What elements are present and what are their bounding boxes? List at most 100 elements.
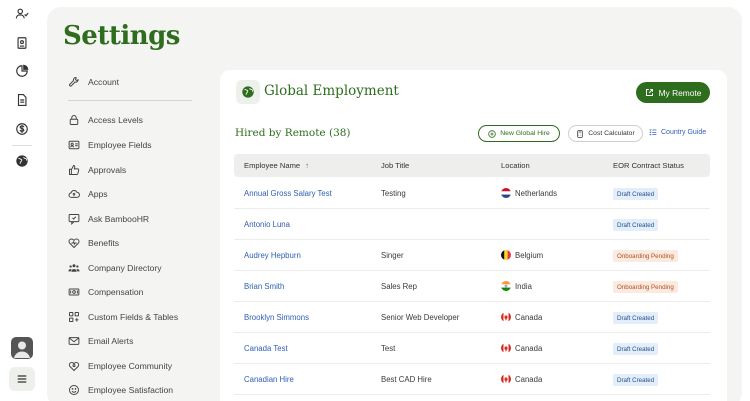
location: Belgium <box>501 250 543 260</box>
page-title: Settings <box>63 21 180 51</box>
people-icon[interactable] <box>12 4 32 24</box>
location-label: Canada <box>515 343 543 353</box>
employee-name-link[interactable]: Annual Gross Salary Test <box>244 189 332 198</box>
nav-item-company-directory[interactable]: Company Directory <box>68 259 198 277</box>
dollar-icon[interactable] <box>12 119 32 139</box>
lock-icon <box>69 115 79 125</box>
wrench-icon <box>69 77 79 87</box>
smile-icon <box>69 385 79 395</box>
new-global-hire-button[interactable]: New Global Hire <box>478 125 560 142</box>
my-remote-label: My Remote <box>658 87 702 98</box>
nav-item-label: Employee Satisfaction <box>88 385 174 395</box>
list-icon <box>649 129 657 136</box>
location: India <box>501 281 532 291</box>
employee-name-link[interactable]: Canada Test <box>244 344 288 353</box>
employee-name-link[interactable]: Brooklyn Simmons <box>244 313 309 322</box>
nav-item-approvals[interactable]: Approvals <box>68 161 198 179</box>
nav-item-label: Approvals <box>88 165 127 175</box>
status-badge: Draft Created <box>613 343 659 355</box>
table-row: Annual Gross Salary Test Testing Netherlan… <box>234 178 710 209</box>
flag-nl-icon <box>501 188 511 198</box>
nav-item-employee-fields[interactable]: Employee Fields <box>68 136 198 154</box>
thumbs-up-icon <box>69 165 80 175</box>
flag-ca-icon <box>501 312 511 322</box>
table-row: Canadian Hire Best CAD Hire Canada Draft Cr… <box>234 364 710 395</box>
nav-item-label: Custom Fields & Tables <box>88 312 179 322</box>
employee-name-link[interactable]: Brian Smith <box>244 282 284 291</box>
nav-item-benefits[interactable]: Benefits <box>68 234 198 252</box>
nav-item-label: Email Alerts <box>88 336 134 346</box>
table-header: Employee Name ↑ Job Title Location EOR C… <box>234 154 710 177</box>
nav-item-label: Employee Fields <box>88 140 152 150</box>
nav-item-compensation[interactable]: Compensation <box>68 283 198 301</box>
nav-item-ask-bamboohr[interactable]: Ask BambooHR <box>68 210 198 228</box>
my-remote-button[interactable]: My Remote <box>636 82 710 103</box>
cost-calculator-label: Cost Calculator <box>588 130 635 137</box>
chat-icon <box>68 214 80 225</box>
status-badge: Draft Created <box>613 188 659 200</box>
table-row: Canada Test Test Canada Draft Created <box>234 333 710 364</box>
flag-be-icon <box>501 250 511 260</box>
location: Canada <box>501 312 542 322</box>
job-title: Testing <box>381 189 406 198</box>
status-badge: Onboarding Pending <box>613 281 678 293</box>
globe-icon[interactable] <box>12 151 32 171</box>
location-label: Canada <box>515 374 543 384</box>
country-guide-link[interactable]: Country Guide <box>649 128 706 136</box>
nav-item-apps[interactable]: Apps <box>68 185 198 203</box>
job-title: Sales Rep <box>381 282 417 291</box>
employee-name-link[interactable]: Antonio Luna <box>244 220 290 229</box>
nav-item-email-alerts[interactable]: Email Alerts <box>68 332 198 350</box>
nav-item-label: Employee Community <box>88 361 173 371</box>
job-title: Singer <box>381 251 404 260</box>
status-badge: Onboarding Pending <box>613 250 678 262</box>
status-badge: Draft Created <box>613 219 659 231</box>
location: Canada <box>501 374 542 384</box>
global-employment-card: Global Employment My Remote Hired by Rem… <box>220 70 727 401</box>
job-title: Best CAD Hire <box>381 375 432 384</box>
pie-chart-icon[interactable] <box>12 61 32 81</box>
document-icon[interactable] <box>12 90 32 110</box>
globe-icon <box>236 80 260 104</box>
nav-divider <box>68 100 192 101</box>
nav-item-employee-satisfaction[interactable]: Employee Satisfaction <box>68 381 198 399</box>
nav-item-label: Apps <box>88 189 108 199</box>
nav-item-label: Account <box>88 77 120 87</box>
sort-arrow-up-icon: ↑ <box>305 161 310 170</box>
country-guide-label: Country Guide <box>661 128 707 136</box>
flag-in-icon <box>501 281 511 291</box>
employee-name-link[interactable]: Canadian Hire <box>244 375 294 384</box>
flag-ca-icon <box>501 374 511 384</box>
hamburger-menu-icon[interactable] <box>9 367 35 391</box>
nav-item-label: Benefits <box>88 238 120 248</box>
table-row: Brian Smith Sales Rep India Onboarding Pend… <box>234 271 710 302</box>
grid-icon <box>69 312 79 322</box>
external-link-icon <box>645 89 653 96</box>
card-title: Global Employment <box>264 83 399 99</box>
location-label: India <box>515 281 532 291</box>
table-row: Antonio Luna Draft Created <box>234 209 710 240</box>
job-title: Senior Web Developer <box>381 313 460 322</box>
column-header-location[interactable]: Location <box>501 161 530 170</box>
employee-name-link[interactable]: Audrey Hepburn <box>244 251 301 260</box>
table-row: Audrey Hepburn Singer Belgium Onboarding Pe… <box>234 240 710 271</box>
group-icon <box>68 264 80 272</box>
location-label: Netherlands <box>515 188 558 198</box>
nav-item-account[interactable]: Account <box>68 73 198 91</box>
nav-item-employee-community[interactable]: Employee Community <box>68 357 198 375</box>
app-rail <box>0 0 44 401</box>
table-row: Brooklyn Simmons Senior Web Developer Cana… <box>234 302 710 333</box>
job-title: Test <box>381 344 396 353</box>
id-card-icon <box>68 140 80 150</box>
nav-item-label: Compensation <box>88 287 144 297</box>
cost-calculator-button[interactable]: Cost Calculator <box>568 125 643 142</box>
nav-item-label: Access Levels <box>88 115 143 125</box>
column-header-job[interactable]: Job Title <box>381 161 409 170</box>
column-header-status[interactable]: EOR Contract Status <box>613 161 684 170</box>
nav-item-access-levels[interactable]: Access Levels <box>68 111 198 129</box>
nav-item-custom-fields[interactable]: Custom Fields & Tables <box>68 308 198 326</box>
id-badge-icon[interactable] <box>12 33 32 53</box>
column-header-name[interactable]: Employee Name ↑ <box>244 161 309 170</box>
avatar[interactable] <box>11 337 33 359</box>
mail-icon <box>68 337 80 345</box>
